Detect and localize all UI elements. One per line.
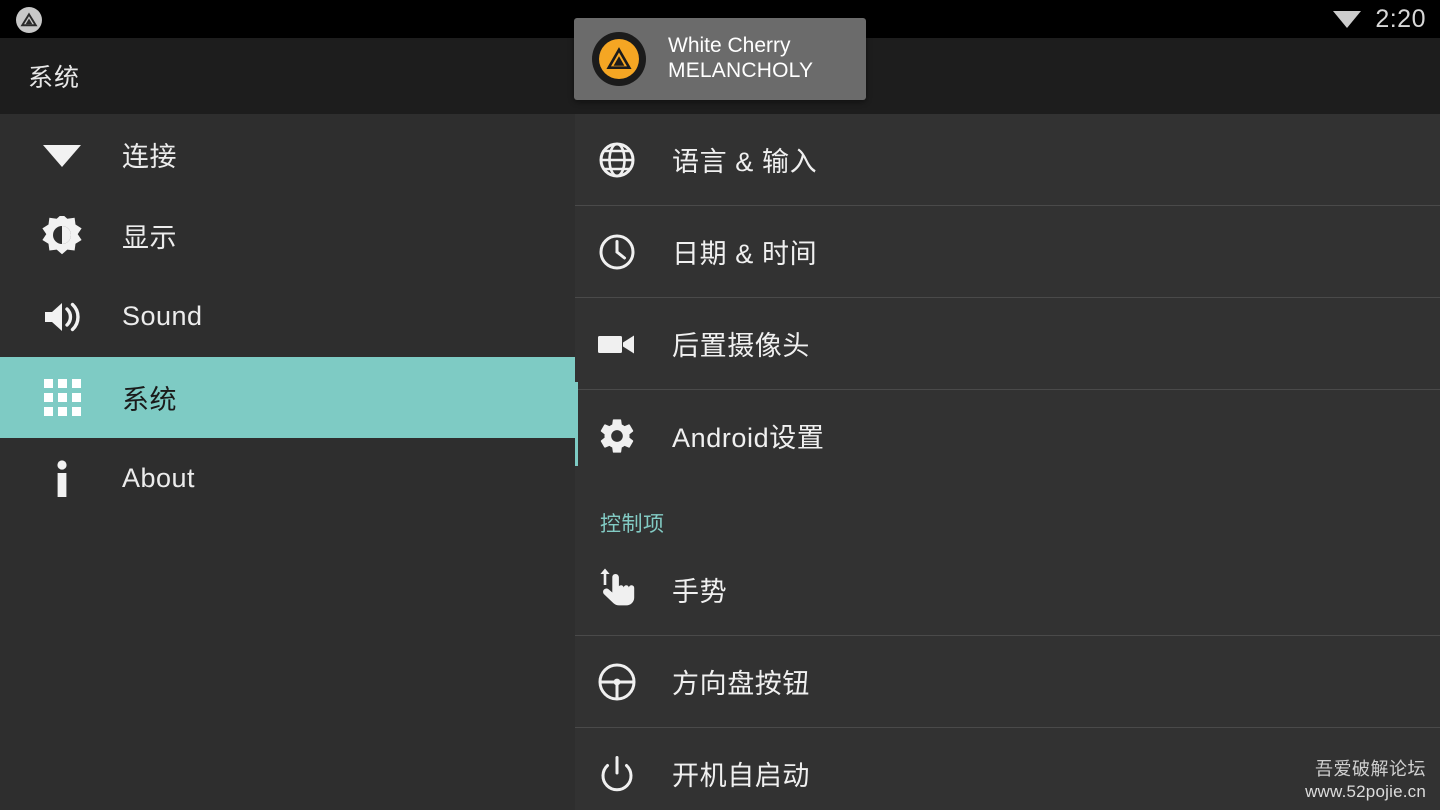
list-item-date-time[interactable]: 日期 & 时间 — [575, 206, 1440, 298]
status-bar-right-cluster: 2:20 — [1332, 0, 1426, 38]
notification-subtitle: MELANCHOLY — [668, 59, 814, 82]
triangle-logo-glyph — [20, 12, 38, 27]
screen-root: 2:20 系统 White Cherry MELANCHOLY 连接 显示 So… — [0, 0, 1440, 810]
aimp-logo-icon — [16, 7, 42, 33]
globe-glyph — [599, 142, 635, 177]
sidebar-item-display[interactable]: 显示 — [0, 195, 575, 276]
settings-list: 语言 & 输入 日期 & 时间 后置摄像头 Android设置 控制项 手势 方… — [575, 114, 1440, 810]
sidebar-item-label: Sound — [122, 301, 203, 331]
sidebar-item-label: 系统 — [122, 385, 177, 415]
notification-title: White Cherry — [668, 34, 791, 58]
notification-text-block: White Cherry MELANCHOLY — [668, 34, 813, 84]
list-item-gestures[interactable]: 手势 — [575, 544, 1440, 636]
list-item-label: 开机自启动 — [672, 761, 810, 791]
sidebar-item-label: About — [122, 463, 196, 493]
apps-grid-glyph — [43, 379, 81, 416]
list-item-android-settings[interactable]: Android设置 — [575, 390, 1440, 482]
steering-wheel-glyph — [598, 663, 636, 700]
list-item-label: 语言 & 输入 — [672, 147, 818, 177]
list-item-rear-camera[interactable]: 后置摄像头 — [575, 298, 1440, 390]
clock-icon — [589, 232, 645, 272]
swipe-up-hand-icon — [589, 566, 645, 614]
video-camera-glyph — [598, 335, 634, 353]
info-glyph — [57, 459, 67, 497]
sidebar-item-about[interactable]: About — [0, 438, 575, 519]
wifi-icon — [30, 141, 94, 169]
sidebar-item-label: 连接 — [122, 142, 177, 172]
sidebar-item-label: 显示 — [122, 223, 177, 253]
triangle-logo-glyph — [606, 47, 632, 69]
wifi-icon — [1333, 11, 1362, 28]
volume-glyph — [45, 302, 80, 331]
list-item-label: 日期 & 时间 — [672, 239, 818, 269]
aimp-logo-icon — [599, 39, 639, 79]
sidebar-item-system[interactable]: 系统 — [0, 357, 575, 438]
gear-glyph — [600, 418, 634, 453]
power-glyph — [601, 755, 633, 791]
list-item-steering-wheel-buttons[interactable]: 方向盘按钮 — [575, 636, 1440, 728]
video-camera-icon — [589, 330, 645, 358]
power-icon — [589, 754, 645, 794]
notification-heads-up[interactable]: White Cherry MELANCHOLY — [574, 18, 866, 100]
list-item-label: 后置摄像头 — [672, 331, 810, 361]
page-title: 系统 — [28, 64, 81, 92]
brightness-glyph — [42, 215, 82, 254]
volume-icon — [30, 300, 94, 334]
steering-wheel-icon — [589, 661, 645, 703]
list-item-language-input[interactable]: 语言 & 输入 — [575, 114, 1440, 206]
sidebar-item-connectivity[interactable]: 连接 — [0, 114, 575, 195]
sidebar-nav: 连接 显示 Sound 系统 About — [0, 114, 575, 810]
info-icon — [30, 459, 94, 499]
list-item-boot-autostart[interactable]: 开机自启动 — [575, 728, 1440, 810]
swipe-up-hand-glyph — [600, 568, 635, 605]
notification-app-icon — [592, 32, 646, 86]
globe-icon — [589, 140, 645, 180]
gear-icon — [589, 416, 645, 456]
sidebar-item-sound[interactable]: Sound — [0, 276, 575, 357]
list-item-label: 手势 — [672, 577, 728, 607]
list-item-label: Android设置 — [672, 423, 825, 453]
status-bar-clock: 2:20 — [1375, 4, 1426, 33]
brightness-icon — [30, 215, 94, 256]
section-header-controls: 控制项 — [600, 513, 665, 536]
list-item-label: 方向盘按钮 — [672, 669, 810, 699]
clock-glyph — [599, 234, 635, 269]
scroll-indicator[interactable] — [575, 382, 578, 466]
apps-grid-icon — [30, 379, 94, 416]
